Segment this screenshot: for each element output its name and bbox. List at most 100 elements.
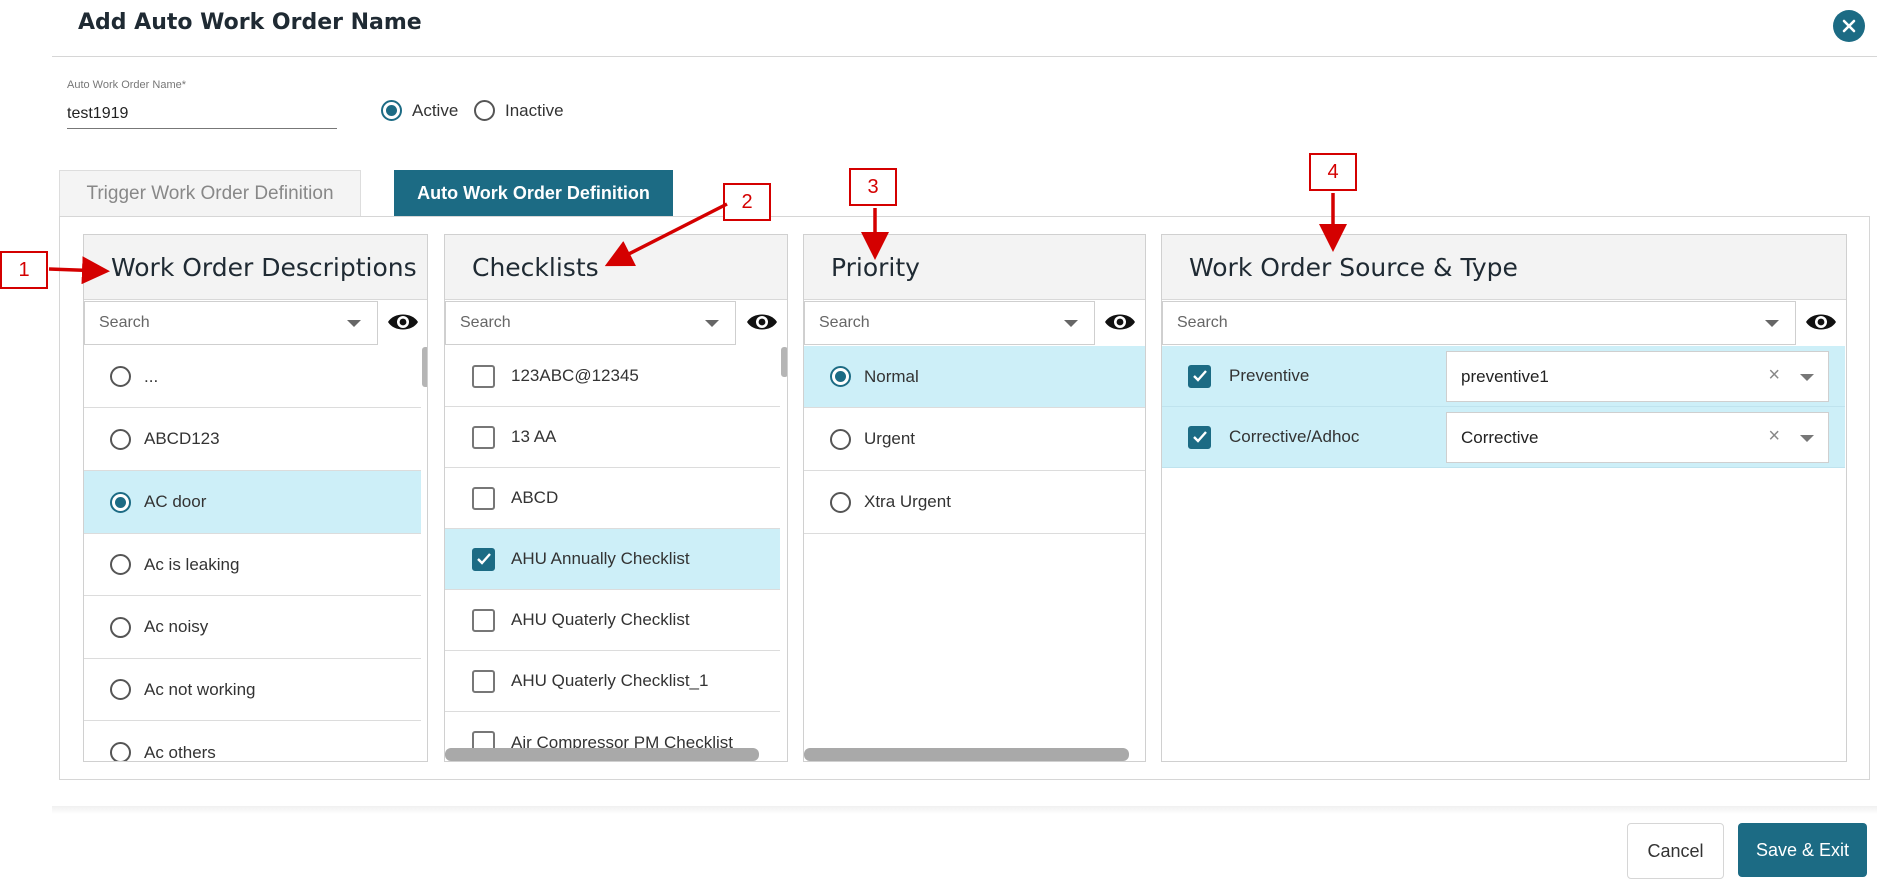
priority-row[interactable]: Normal [804,346,1145,408]
close-button[interactable] [1833,10,1865,42]
checklist-row[interactable]: 13 AA [445,407,780,468]
priority-row[interactable]: Urgent [804,408,1145,471]
source-type-column: Work Order Source & Type Search Preventi… [1161,234,1847,762]
description-radio[interactable] [110,679,131,700]
chevron-down-icon[interactable] [1765,320,1779,327]
status-active-label: Active [412,100,459,120]
source-checkbox[interactable] [1188,425,1211,449]
source-type-search-placeholder: Search [1177,314,1228,331]
priority-radio[interactable] [830,366,851,387]
cancel-button[interactable]: Cancel [1627,823,1724,879]
priority-title: Priority [804,235,1145,300]
checklist-row[interactable]: AHU Quaterly Checklist [445,590,780,651]
priority-radio[interactable] [830,428,851,450]
checklist-label: 123ABC@12345 [511,366,639,385]
checklists-scrollbar[interactable] [781,347,787,377]
description-row[interactable]: ABCD123 [84,408,421,471]
chevron-down-icon[interactable] [705,320,719,327]
description-label: Ac others [144,742,216,762]
work-order-type-value: Corrective [1461,427,1539,447]
checklists-search[interactable]: Search [445,301,736,345]
description-label: AC door [144,492,207,511]
priority-column: Priority Search Normal Urgent Xtra Urgen… [803,234,1146,762]
chevron-down-icon[interactable] [1800,374,1814,381]
description-row[interactable]: Ac others [84,721,421,762]
checkmark-icon [476,553,491,565]
footer-divider [52,806,1877,814]
checklist-checkbox[interactable] [472,364,495,388]
name-field-label: Auto Work Order Name* [67,79,187,91]
radio-active[interactable] [381,100,402,121]
description-label: ABCD123 [144,429,220,448]
clear-icon[interactable]: × [1768,364,1780,387]
tab-auto-definition[interactable]: Auto Work Order Definition [394,170,673,216]
source-type-search[interactable]: Search [1162,301,1796,345]
dialog-title: Add Auto Work Order Name [78,10,422,35]
status-active-option[interactable]: Active [381,100,458,121]
description-row[interactable]: Ac noisy [84,596,421,659]
description-row[interactable]: ... [84,346,421,408]
source-row[interactable]: Preventive preventive1 × [1162,346,1845,407]
description-radio[interactable] [110,742,131,761]
work-order-type-select[interactable]: Corrective × [1446,412,1829,463]
description-radio[interactable] [110,554,131,575]
checklist-label: AHU Quaterly Checklist [511,610,690,629]
priority-label: Normal [864,366,919,386]
annotation-label-4: 4 [1309,153,1357,191]
source-checkbox[interactable] [1188,364,1211,388]
checklists-column: Checklists Search 123ABC@12345 13 AA ABC… [444,234,788,762]
eye-icon[interactable] [1804,307,1838,337]
description-row[interactable]: AC door [84,471,421,534]
priority-row[interactable]: Xtra Urgent [804,471,1145,534]
work-order-type-select[interactable]: preventive1 × [1446,351,1829,402]
header-divider [52,56,1877,57]
checklists-h-scrollbar[interactable] [445,748,759,761]
checklist-row[interactable]: ABCD [445,468,780,529]
annotation-label-3: 3 [849,168,897,206]
checklist-row[interactable]: 123ABC@12345 [445,346,780,407]
work-order-type-value: preventive1 [1461,366,1549,386]
source-label: Preventive [1229,366,1310,385]
checklist-row[interactable]: AHU Annually Checklist [445,529,780,590]
checklist-checkbox[interactable] [472,425,495,449]
descriptions-scrollbar[interactable] [422,347,427,387]
checklist-checkbox[interactable] [472,669,495,693]
source-row[interactable]: Corrective/Adhoc Corrective × [1162,407,1845,468]
eye-icon[interactable] [1103,307,1137,337]
annotation-label-1: 1 [0,251,48,289]
chevron-down-icon[interactable] [1800,435,1814,442]
eye-icon[interactable] [386,307,420,337]
checklist-checkbox[interactable] [472,547,495,571]
checklists-search-placeholder: Search [460,314,511,331]
checklists-title: Checklists [445,235,787,300]
eye-icon[interactable] [745,307,779,337]
description-label: Ac noisy [144,617,209,636]
description-radio[interactable] [110,366,131,387]
save-exit-button[interactable]: Save & Exit [1738,823,1867,877]
radio-inactive[interactable] [474,100,495,121]
tab-trigger-definition[interactable]: Trigger Work Order Definition [59,170,361,216]
checklist-checkbox[interactable] [472,608,495,632]
checklist-label: AHU Annually Checklist [511,549,690,568]
description-label: Ac not working [144,679,256,699]
description-radio[interactable] [110,616,131,638]
checklist-row[interactable]: AHU Quaterly Checklist_1 [445,651,780,712]
descriptions-title: Work Order Descriptions [84,235,427,300]
checkmark-icon [1192,370,1207,382]
clear-icon[interactable]: × [1768,425,1780,448]
priority-radio[interactable] [830,491,851,513]
priority-search[interactable]: Search [804,301,1095,345]
descriptions-search[interactable]: Search [84,301,378,345]
description-row[interactable]: Ac not working [84,659,421,721]
status-inactive-option[interactable]: Inactive [474,100,564,121]
description-row[interactable]: Ac is leaking [84,534,421,596]
chevron-down-icon[interactable] [1064,320,1078,327]
description-radio[interactable] [110,491,131,513]
priority-h-scrollbar[interactable] [804,748,1129,761]
name-field-input[interactable] [67,99,337,129]
checklist-label: 13 AA [511,427,557,446]
chevron-down-icon[interactable] [347,320,361,327]
descriptions-search-placeholder: Search [99,314,150,331]
checklist-checkbox[interactable] [472,486,495,510]
description-radio[interactable] [110,428,131,450]
